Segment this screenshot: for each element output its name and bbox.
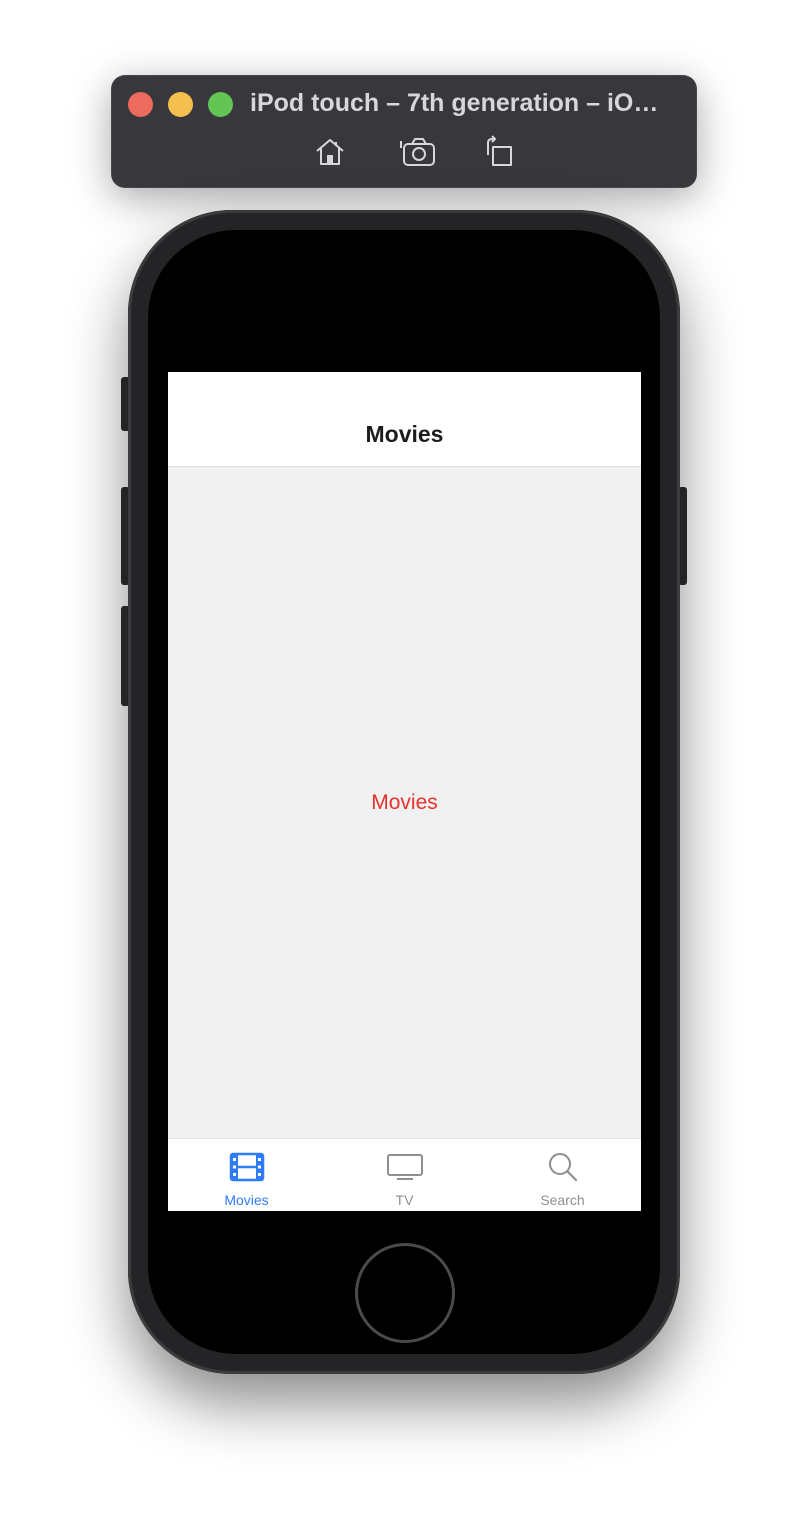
tab-label-tv: TV [395, 1192, 414, 1208]
close-window-button[interactable] [128, 92, 153, 117]
minimize-window-button[interactable] [168, 92, 193, 117]
zoom-window-button[interactable] [208, 92, 233, 117]
tab-search[interactable]: Search [484, 1139, 641, 1211]
tab-tv[interactable]: TV [326, 1139, 483, 1211]
tab-label-search: Search [540, 1192, 585, 1208]
home-icon [313, 135, 347, 174]
content-label: Movies [371, 791, 438, 814]
simulator-window-title: iPod touch – 7th generation – iO… [250, 89, 659, 117]
tab-bar: Movies TV Search [168, 1138, 641, 1211]
page-title: Movies [365, 421, 444, 447]
navigation-bar: Movies [168, 372, 641, 467]
tab-label-movies: Movies [224, 1192, 269, 1208]
simulator-stage: iPod touch – 7th generation – iO… Movies… [0, 0, 808, 1524]
camera-icon [400, 135, 438, 174]
screenshot-button[interactable] [399, 134, 439, 174]
device-screen: Movies Movies Movies TV Search [168, 372, 641, 1211]
rotate-button[interactable] [478, 134, 518, 174]
film-icon [227, 1151, 267, 1183]
tab-movies[interactable]: Movies [168, 1139, 325, 1211]
search-icon [543, 1151, 583, 1183]
home-button-toolbar[interactable] [310, 134, 350, 174]
device-home-button[interactable] [355, 1243, 455, 1343]
tv-icon [385, 1151, 425, 1183]
rotate-icon [481, 134, 515, 174]
